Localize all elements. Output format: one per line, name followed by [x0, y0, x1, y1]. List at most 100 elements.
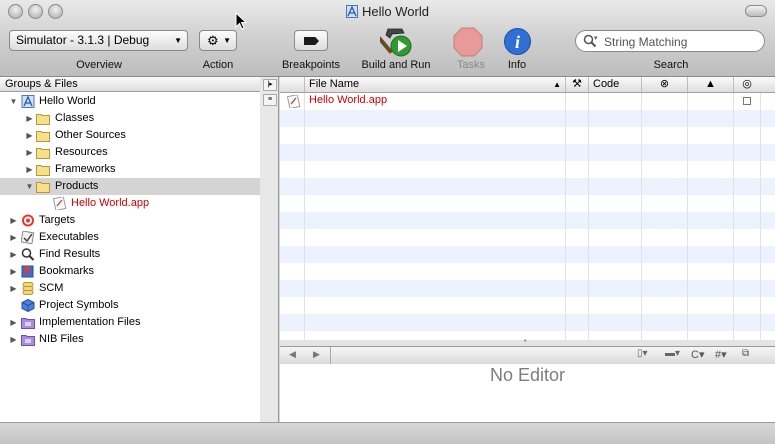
breakpoints-button[interactable]	[294, 30, 328, 51]
detail-view: Hello World.app File Name ▲ ⚒ Code ⊗ ▲ ◎	[280, 77, 775, 340]
executable-icon	[21, 231, 35, 244]
target-icon	[22, 214, 34, 227]
split-editor-icon[interactable]: ⧉	[742, 348, 749, 359]
disclosure-collapsed-icon[interactable]: ▶	[25, 127, 34, 144]
mouse-pointer-icon	[235, 12, 247, 30]
tree-item-implementation-files[interactable]: ▶ Implementation Files	[0, 314, 260, 331]
project-icon	[21, 95, 35, 108]
file-history-icon[interactable]: ▯▾	[637, 348, 648, 359]
table-row	[280, 229, 775, 246]
table-row[interactable]: Hello World.app	[280, 93, 775, 110]
action-label: Action	[202, 59, 234, 71]
warnings-icon: ▲	[705, 78, 716, 90]
toggle-sidebar-icon[interactable]: |▸	[263, 79, 277, 91]
folder-icon	[36, 148, 50, 159]
tree-item-bookmarks[interactable]: ▶ Bookmarks	[0, 263, 260, 280]
editor-navigation-bar: ◀ ▶ ▯▾ ▬▾ C▾ #▾ ⧉	[280, 346, 775, 365]
table-row	[280, 246, 775, 263]
nav-forward-button[interactable]: ▶	[313, 349, 320, 360]
smart-group-icon	[21, 318, 35, 329]
table-row	[280, 161, 775, 178]
tree-item-label: SCM	[39, 282, 64, 294]
tasks-stop-icon[interactable]	[453, 27, 483, 57]
tree-item-project-symbols[interactable]: Project Symbols	[0, 297, 260, 314]
column-header-errors[interactable]: ⊗	[641, 77, 687, 92]
tree-item-products[interactable]: ▼ Products	[0, 178, 260, 195]
tree-item-label: Frameworks	[55, 163, 116, 175]
popup-arrow-icon: ▼	[223, 36, 231, 45]
tree-item-classes[interactable]: ▶ Classes	[0, 110, 260, 127]
tree-item-label: Resources	[55, 146, 108, 158]
column-header-file-name[interactable]: File Name ▲	[304, 77, 565, 92]
folder-icon	[36, 114, 50, 125]
editor-area[interactable]: No Editor	[280, 364, 775, 422]
include-menu-button[interactable]: #▾	[715, 348, 727, 361]
disclosure-expanded-icon[interactable]: ▼	[25, 178, 34, 195]
app-bundle-icon	[287, 95, 301, 108]
overview-popup-value: Simulator - 3.1.3 | Debug	[16, 33, 150, 47]
build-and-run-icon[interactable]	[380, 26, 414, 58]
tree-item-nib-files[interactable]: ▶ NIB Files	[0, 331, 260, 348]
disclosure-expanded-icon[interactable]: ▼	[9, 93, 18, 110]
disclosure-collapsed-icon[interactable]: ▶	[9, 314, 18, 331]
overview-popup[interactable]: Simulator - 3.1.3 | Debug ▼	[9, 30, 188, 51]
file-name-cell: Hello World.app	[309, 94, 388, 106]
disclosure-collapsed-icon[interactable]: ▶	[9, 280, 18, 297]
toolbar-toggle-button[interactable]	[745, 5, 767, 17]
tree-item-label: Targets	[39, 214, 76, 226]
sidebar-header: Groups & Files	[0, 77, 260, 92]
no-editor-text: No Editor	[489, 365, 566, 385]
split-dimple-icon: •	[524, 338, 527, 345]
tree-item-label: Hello World.app	[71, 197, 150, 209]
column-header-label: Code	[593, 78, 620, 90]
tree-item-targets[interactable]: ▶ Targets	[0, 212, 260, 229]
tree-item-scm[interactable]: ▶ SCM	[0, 280, 260, 297]
tree-item-label: NIB Files	[39, 333, 84, 345]
scm-icon	[22, 282, 34, 295]
table-row	[280, 297, 775, 314]
table-row	[280, 280, 775, 297]
gear-icon: ⚙	[207, 33, 219, 48]
info-icon[interactable]: i	[503, 27, 532, 56]
table-row	[280, 127, 775, 144]
disclosure-collapsed-icon[interactable]: ▶	[9, 331, 18, 348]
disclosure-collapsed-icon[interactable]: ▶	[9, 263, 18, 280]
search-input[interactable]	[602, 34, 761, 50]
tree-item-other-sources[interactable]: ▶ Other Sources	[0, 127, 260, 144]
disclosure-collapsed-icon[interactable]: ▶	[9, 212, 18, 229]
tree-item-hello-world-app[interactable]: Hello World.app	[0, 195, 260, 212]
table-row	[280, 314, 775, 331]
folder-icon	[36, 165, 50, 176]
disclosure-collapsed-icon[interactable]: ▶	[25, 110, 34, 127]
column-header-icon[interactable]	[280, 77, 304, 92]
project-icon	[346, 5, 359, 18]
column-header-target-membership[interactable]: ◎	[733, 77, 760, 92]
sidebar-options-icon[interactable]: ≡	[263, 94, 277, 106]
window-title-text: Hello World	[362, 4, 429, 19]
disclosure-collapsed-icon[interactable]: ▶	[25, 144, 34, 161]
detail-table-header: File Name ▲ ⚒ Code ⊗ ▲ ◎	[280, 77, 775, 93]
search-field[interactable]: ▾	[575, 30, 765, 52]
tree-item-label: Classes	[55, 112, 95, 124]
tree-item-hello-world[interactable]: ▼ Hello World	[0, 93, 260, 110]
tree-item-executables[interactable]: ▶ Executables	[0, 229, 260, 246]
table-row	[280, 212, 775, 229]
function-menu-icon[interactable]: ▬▾	[665, 348, 680, 359]
column-header-warnings[interactable]: ▲	[687, 77, 733, 92]
disclosure-collapsed-icon[interactable]: ▶	[25, 161, 34, 178]
symbol-menu-button[interactable]: C▾	[691, 348, 704, 361]
tree-item-find-results[interactable]: ▶ Find Results	[0, 246, 260, 263]
window-title: Hello World	[0, 4, 775, 19]
column-header-build[interactable]: ⚒	[565, 77, 588, 92]
tree-item-frameworks[interactable]: ▶ Frameworks	[0, 161, 260, 178]
tree-item-resources[interactable]: ▶ Resources	[0, 144, 260, 161]
table-row	[280, 110, 775, 127]
column-header-code[interactable]: Code	[588, 77, 641, 92]
table-row	[280, 263, 775, 280]
action-popup[interactable]: ⚙ ▼	[199, 30, 237, 51]
smart-group-icon	[21, 335, 35, 346]
disclosure-collapsed-icon[interactable]: ▶	[9, 229, 18, 246]
nav-back-button[interactable]: ◀	[289, 349, 296, 360]
target-membership-checkbox[interactable]	[743, 97, 751, 105]
disclosure-collapsed-icon[interactable]: ▶	[9, 246, 18, 263]
